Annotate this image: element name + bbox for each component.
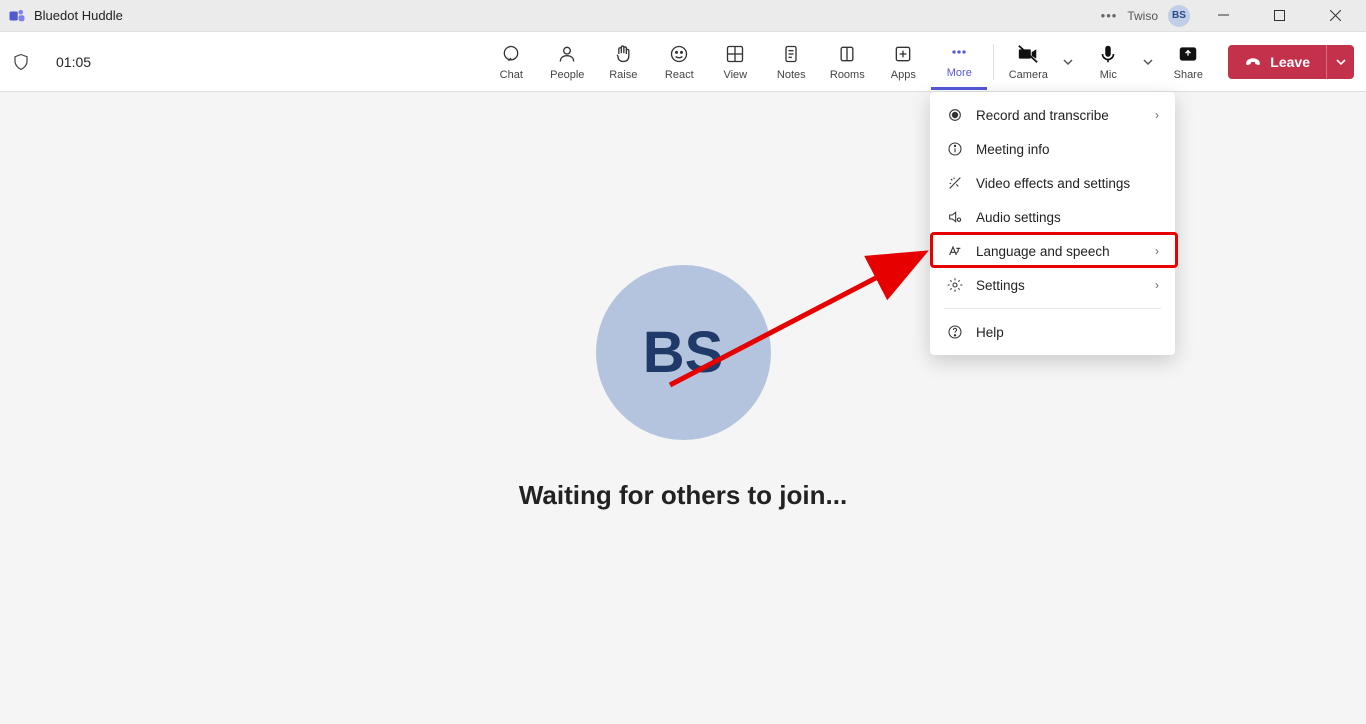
user-name: Twiso [1127,9,1158,23]
chat-icon [501,43,521,65]
react-icon [669,43,689,65]
menu-audio-settings[interactable]: Audio settings [930,200,1175,234]
react-button[interactable]: React [651,34,707,90]
camera-chevron-icon[interactable] [1056,57,1080,67]
record-icon [946,107,964,123]
hangup-icon [1244,53,1262,71]
mic-chevron-icon[interactable] [1136,57,1160,67]
mic-button[interactable]: Mic [1080,34,1136,90]
apps-icon [893,43,913,65]
menu-help[interactable]: Help [930,315,1175,349]
chevron-right-icon: › [1155,244,1159,258]
people-button[interactable]: People [539,34,595,90]
info-icon [946,141,964,157]
camera-off-icon [1017,43,1039,65]
more-icon [949,41,969,63]
people-icon [557,43,577,65]
more-button[interactable]: More [931,34,987,90]
window-close-button[interactable] [1312,0,1358,32]
share-icon [1178,43,1198,65]
view-icon [725,43,745,65]
shield-icon[interactable] [12,53,30,71]
teams-logo-icon [8,7,26,25]
menu-meeting-info[interactable]: Meeting info [930,132,1175,166]
window-minimize-button[interactable] [1200,0,1246,32]
more-dropdown-menu: Record and transcribe › Meeting info Vid… [930,92,1175,355]
leave-chevron-button[interactable] [1326,45,1354,79]
chevron-right-icon: › [1155,278,1159,292]
window-title-bar: Bluedot Huddle ••• Twiso BS [0,0,1366,32]
meeting-timer: 01:05 [56,54,91,70]
toolbar-separator [993,44,994,80]
camera-button[interactable]: Camera [1000,34,1056,90]
notes-icon [781,43,801,65]
audio-icon [946,209,964,225]
view-button[interactable]: View [707,34,763,90]
share-button[interactable]: Share [1160,34,1216,90]
chevron-down-icon [1336,57,1346,67]
participant-avatar: BS [596,265,771,440]
meeting-toolbar: 01:05 Chat People Raise React View Notes [0,32,1366,92]
rooms-button[interactable]: Rooms [819,34,875,90]
user-avatar-small[interactable]: BS [1168,5,1190,27]
menu-video-effects[interactable]: Video effects and settings [930,166,1175,200]
mic-icon [1097,43,1119,65]
raise-button[interactable]: Raise [595,34,651,90]
chat-button[interactable]: Chat [483,34,539,90]
leave-label: Leave [1270,54,1310,70]
menu-language-speech[interactable]: Language and speech › [930,234,1175,268]
avatar-initials: BS [643,319,724,386]
waiting-text: Waiting for others to join... [519,480,847,511]
menu-divider [944,308,1161,309]
title-more-icon[interactable]: ••• [1101,8,1118,23]
chevron-right-icon: › [1155,108,1159,122]
video-effects-icon [946,175,964,191]
window-title: Bluedot Huddle [34,8,123,23]
help-icon [946,324,964,340]
window-maximize-button[interactable] [1256,0,1302,32]
menu-settings[interactable]: Settings › [930,268,1175,302]
settings-icon [946,277,964,293]
apps-button[interactable]: Apps [875,34,931,90]
leave-button[interactable]: Leave [1228,45,1326,79]
rooms-icon [837,43,857,65]
raise-hand-icon [613,43,633,65]
language-icon [946,243,964,259]
notes-button[interactable]: Notes [763,34,819,90]
menu-record-transcribe[interactable]: Record and transcribe › [930,98,1175,132]
